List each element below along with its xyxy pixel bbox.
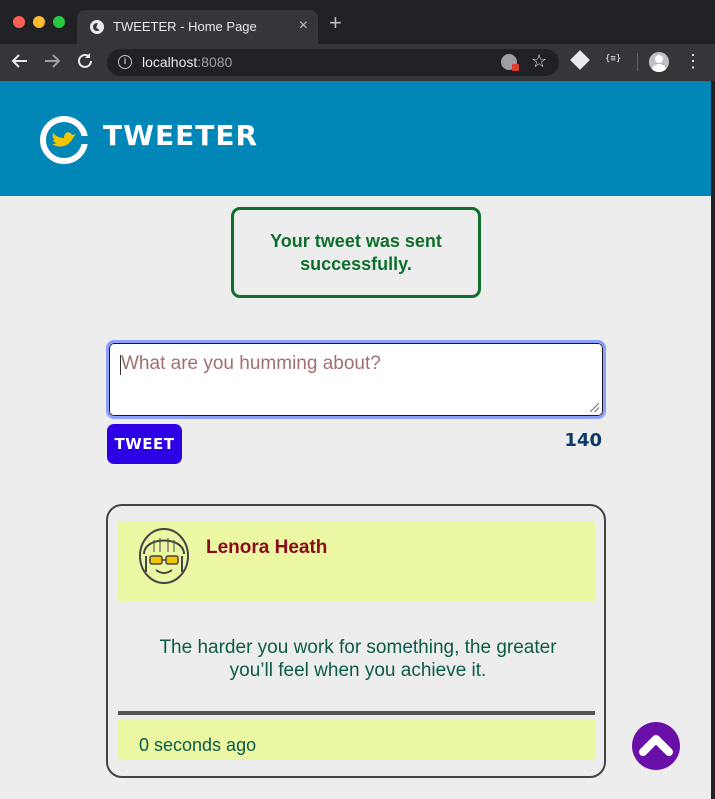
tweet-content: The harder you work for something, the g… [159, 637, 557, 681]
info-icon[interactable]: i [118, 55, 132, 69]
character-counter: 140 [564, 430, 602, 451]
tweet-timestamp: 0 seconds ago [139, 735, 257, 755]
window-edge [711, 81, 715, 799]
url-host: localhost [142, 54, 198, 70]
brand-title: TWEETER [103, 119, 259, 152]
maximize-window-button[interactable] [53, 16, 65, 28]
profile-avatar-icon[interactable] [649, 52, 669, 72]
globe-icon [90, 20, 104, 34]
compose-placeholder: What are you humming about? [121, 353, 381, 374]
tweet-header: Lenora Heath [118, 521, 595, 601]
chevron-up-icon [639, 735, 673, 756]
browser-toolbar: i localhost:8080 ☆ {≡} ⋮ [0, 44, 715, 81]
tweet-compose-textarea[interactable]: What are you humming about? [106, 340, 606, 419]
back-arrow-icon[interactable] [9, 50, 31, 72]
tweet-card: Lenora Heath The harder you work for som… [106, 504, 606, 778]
resize-handle-icon[interactable] [590, 403, 599, 412]
user-avatar-icon [139, 528, 189, 584]
toolbar-divider [637, 53, 638, 71]
url-port: :8080 [197, 54, 233, 70]
tab-close-icon[interactable]: × [299, 17, 308, 35]
bookmark-star-icon[interactable]: ☆ [531, 51, 547, 72]
browser-tab[interactable]: TWEETER - Home Page × [77, 10, 318, 44]
blocked-content-icon[interactable] [501, 54, 519, 71]
browser-titlebar: TWEETER - Home Page × + [0, 0, 715, 44]
extension-icon[interactable] [570, 50, 590, 70]
json-extension-icon[interactable]: {≡} [605, 54, 621, 64]
address-bar[interactable]: i localhost:8080 ☆ [107, 49, 559, 76]
site-header: TWEETER [0, 81, 711, 196]
tweeter-logo-icon [40, 116, 90, 164]
tweet-divider [118, 711, 595, 715]
tweet-user-name: Lenora Heath [206, 537, 328, 558]
tweet-footer: 0 seconds ago [118, 719, 595, 760]
scroll-to-top-button[interactable] [632, 722, 680, 770]
new-tab-button[interactable]: + [329, 12, 342, 34]
success-message: Your tweet was sent successfully. [231, 207, 481, 298]
forward-arrow-icon[interactable] [41, 50, 63, 72]
minimize-window-button[interactable] [33, 16, 45, 28]
close-window-button[interactable] [13, 16, 25, 28]
page-viewport: TWEETER Your tweet was sent successfully… [0, 81, 711, 799]
tweet-submit-button[interactable]: TWEET [107, 424, 182, 464]
menu-kebab-icon[interactable]: ⋮ [684, 51, 702, 71]
url-text: localhost:8080 [142, 54, 232, 70]
reload-icon[interactable] [74, 50, 96, 72]
tab-title: TWEETER - Home Page [113, 19, 257, 34]
